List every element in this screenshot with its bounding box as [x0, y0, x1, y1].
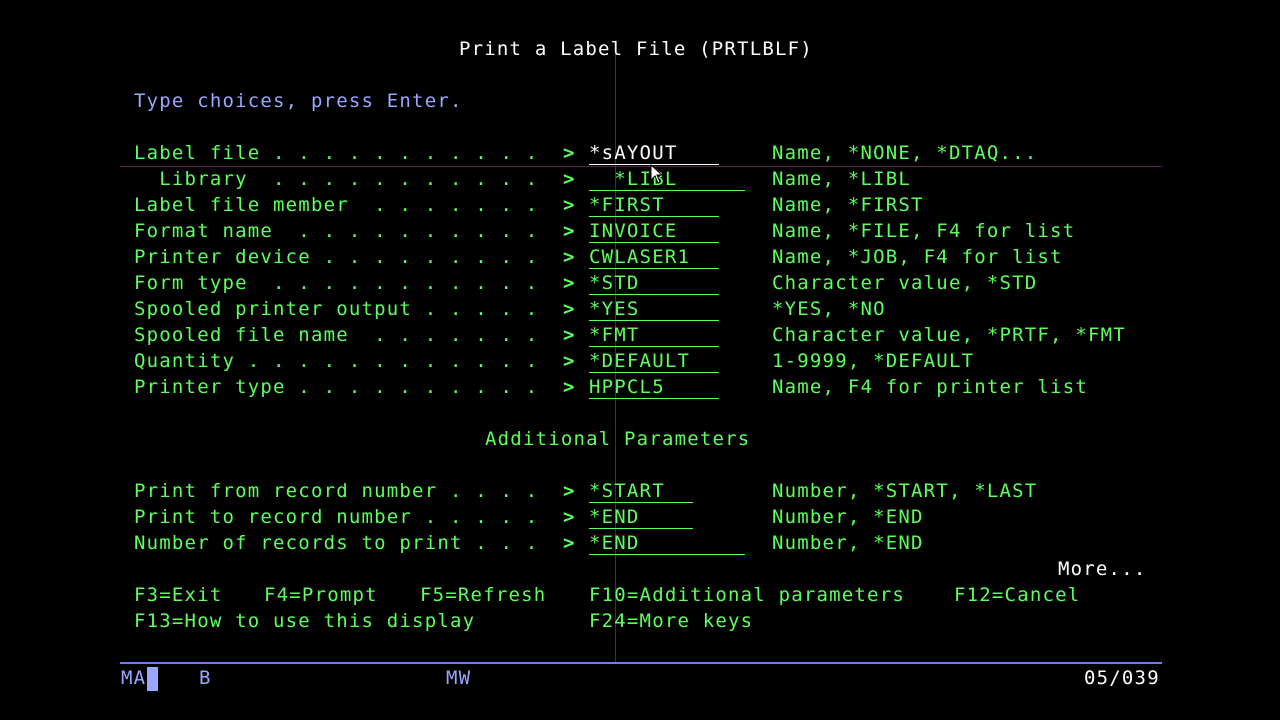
- param-hint-member: Name, *FIRST: [772, 194, 924, 216]
- status-b: B: [199, 667, 212, 689]
- param-hint-spooled-file-name: Character value, *PRTF, *FMT: [772, 324, 1126, 346]
- crosshair-horizontal: [120, 166, 1162, 167]
- chevron-marker: >: [563, 350, 575, 372]
- chevron-marker: >: [563, 272, 575, 294]
- chevron-marker: >: [563, 376, 575, 398]
- more-indicator: More...: [1058, 558, 1147, 580]
- chevron-marker: >: [563, 246, 575, 268]
- param-hint-form-type: Character value, *STD: [772, 272, 1038, 294]
- print-from-record-input[interactable]: *START: [589, 480, 693, 503]
- param-hint-print-to: Number, *END: [772, 506, 924, 528]
- chevron-marker: >: [563, 480, 575, 502]
- fkey-f3-exit[interactable]: F3=Exit: [134, 584, 222, 606]
- text-cursor: [147, 667, 158, 691]
- printer-type-input[interactable]: HPPCL5: [589, 376, 719, 399]
- param-hint-label-file: Name, *NONE, *DTAQ...: [772, 142, 1038, 164]
- spooled-file-name-input[interactable]: *FMT: [589, 324, 719, 347]
- param-hint-spooled-output: *YES, *NO: [772, 298, 886, 320]
- param-label-quantity: Quantity . . . . . . . . . . . .: [134, 350, 539, 372]
- fkey-f4-prompt[interactable]: F4=Prompt: [264, 584, 378, 606]
- label-file-member-input[interactable]: *FIRST: [589, 194, 719, 217]
- fkey-f12-cancel[interactable]: F12=Cancel: [954, 584, 1080, 606]
- fkey-f13-help[interactable]: F13=How to use this display: [134, 610, 475, 632]
- param-label-spooled-output: Spooled printer output . . . . .: [134, 298, 539, 320]
- library-input[interactable]: *LIBL: [589, 168, 745, 191]
- param-label-member: Label file member . . . . . . .: [134, 194, 539, 216]
- chevron-marker: >: [563, 142, 575, 164]
- cursor-position: 05/039: [1084, 667, 1160, 689]
- status-bar-divider: [120, 662, 1162, 664]
- printer-device-input[interactable]: CWLASER1: [589, 246, 719, 269]
- spooled-output-input[interactable]: *YES: [589, 298, 719, 321]
- fkey-f10-additional[interactable]: F10=Additional parameters: [589, 584, 905, 606]
- status-ma: MA: [121, 667, 147, 689]
- chevron-marker: >: [563, 324, 575, 346]
- instruction-text: Type choices, press Enter.: [134, 90, 463, 112]
- quantity-input[interactable]: *DEFAULT: [589, 350, 719, 373]
- chevron-marker: >: [563, 298, 575, 320]
- param-hint-library: Name, *LIBL: [772, 168, 912, 190]
- chevron-marker: >: [563, 220, 575, 242]
- param-label-print-from: Print from record number . . . .: [134, 480, 539, 502]
- form-type-input[interactable]: *STD: [589, 272, 719, 295]
- param-label-printer-device: Printer device . . . . . . . . .: [134, 246, 539, 268]
- param-label-spooled-file-name: Spooled file name . . . . . . .: [134, 324, 539, 346]
- format-name-input[interactable]: INVOICE: [589, 220, 719, 243]
- param-hint-printer-type: Name, F4 for printer list: [772, 376, 1088, 398]
- status-mw: MW: [446, 667, 472, 689]
- chevron-marker: >: [563, 532, 575, 554]
- section-header-additional: Additional Parameters: [485, 428, 751, 450]
- param-hint-quantity: 1-9999, *DEFAULT: [772, 350, 975, 372]
- fkey-f24-more-keys[interactable]: F24=More keys: [589, 610, 753, 632]
- param-label-print-to: Print to record number . . . . .: [134, 506, 539, 528]
- param-hint-number-records: Number, *END: [772, 532, 924, 554]
- chevron-marker: >: [563, 168, 575, 190]
- param-hint-print-from: Number, *START, *LAST: [772, 480, 1038, 502]
- param-hint-format: Name, *FILE, F4 for list: [772, 220, 1076, 242]
- screen-title: Print a Label File (PRTLBLF): [459, 38, 813, 60]
- param-label-form-type: Form type . . . . . . . . . . .: [134, 272, 539, 294]
- chevron-marker: >: [563, 506, 575, 528]
- param-label-label-file: Label file . . . . . . . . . . .: [134, 142, 539, 164]
- param-label-printer-type: Printer type . . . . . . . . . .: [134, 376, 539, 398]
- mouse-pointer-icon: [650, 164, 664, 184]
- print-to-record-input[interactable]: *END: [589, 506, 693, 529]
- number-of-records-input[interactable]: *END: [589, 532, 745, 555]
- param-label-format: Format name . . . . . . . . . .: [134, 220, 539, 242]
- param-label-library: Library . . . . . . . . . . .: [134, 168, 539, 190]
- param-label-number-records: Number of records to print . . .: [134, 532, 539, 554]
- chevron-marker: >: [563, 194, 575, 216]
- fkey-f5-refresh[interactable]: F5=Refresh: [420, 584, 546, 606]
- param-hint-printer-device: Name, *JOB, F4 for list: [772, 246, 1063, 268]
- label-file-input[interactable]: *sAYOUT: [589, 142, 719, 165]
